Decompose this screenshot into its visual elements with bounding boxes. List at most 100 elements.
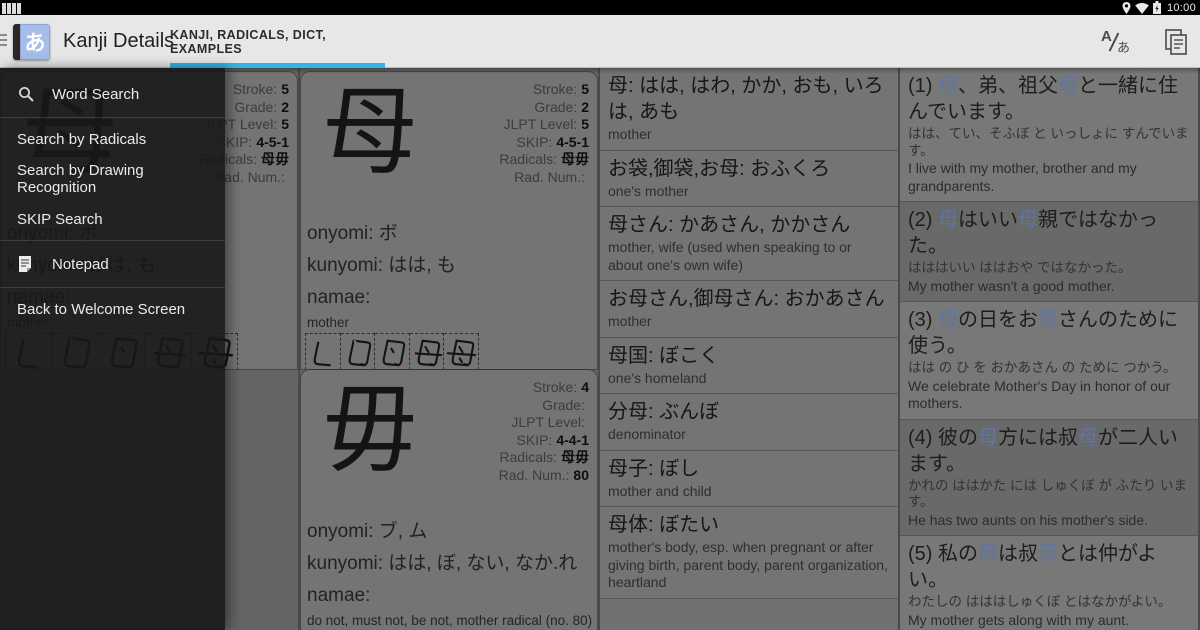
kanji-meaning: mother: [307, 315, 350, 330]
kanji-card-母[interactable]: 母Stroke:5Grade:2JLPT Level:5SKIP:4-5-1Ra…: [301, 72, 597, 369]
dict-entry[interactable]: 母国: ぼこく one's homeland: [600, 337, 898, 394]
info-value: 母毋: [561, 449, 589, 465]
info-label: JLPT Level:: [511, 414, 585, 430]
drawer-item-notepad[interactable]: Notepad: [0, 242, 225, 286]
example-number: (2): [908, 209, 938, 231]
example-row[interactable]: (1) 母、弟、祖父母と一緒に住んでいます。 はは、てい、そふぼ と いっしょに …: [900, 68, 1198, 202]
tab-kanji-radicals-dict-examples[interactable]: KANJI, RADICALS, DICT, EXAMPLES: [170, 15, 385, 68]
drawer-item-search-by-radicals[interactable]: Search by Radicals: [0, 119, 225, 159]
drawer-item-label: SKIP Search: [17, 210, 103, 228]
info-label: Rad. Num.:: [514, 168, 585, 185]
info-value: 5: [581, 116, 589, 132]
onyomi-line: onyomi: ボ: [307, 223, 398, 244]
kanji-info-row: Stroke: 4: [431, 379, 589, 397]
highlighted-kanji: 母: [1038, 309, 1058, 331]
sentence-text: 、弟、祖父: [958, 75, 1058, 97]
kanji-glyph: 母: [322, 76, 418, 188]
kanji-info-row: SKIP: 4-4-1: [431, 432, 589, 450]
example-japanese: (4) 彼の母方には叔母が二人います。: [908, 425, 1190, 477]
dict-entry[interactable]: 母さん: かあさん, かかさん mother, wife (used when s…: [600, 207, 898, 281]
example-number: (1): [908, 75, 938, 97]
app-icon[interactable]: あ: [13, 24, 50, 60]
example-number: (3): [908, 309, 938, 331]
example-row[interactable]: (4) 彼の母方には叔母が二人います。 かれの ははかた には しゅくぼ が ふた…: [900, 419, 1198, 536]
kanji-info-row: SKIP: 4-5-1: [431, 134, 589, 152]
kanji-info-row: JLPT Level:: [431, 414, 589, 432]
drawer-edge-icon[interactable]: [0, 34, 7, 46]
info-label: Stroke:: [232, 81, 278, 97]
status-bar: 10:00: [0, 0, 1200, 15]
namae-line: namae:: [307, 585, 371, 606]
copy-button[interactable]: [1164, 28, 1188, 56]
dict-entry[interactable]: お袋,御袋,お母: おふくろ one's mother: [600, 150, 898, 207]
battery-charging-icon: [1152, 1, 1161, 14]
dict-entry-japanese: 母さん: かあさん, かかさん: [608, 214, 851, 236]
highlighted-kanji: 母: [978, 543, 998, 565]
drawer-item-label: Search by Radicals: [17, 130, 147, 148]
onyomi-line: onyomi: ブ, ム: [307, 521, 428, 542]
kanji-info-row: Radicals: 母毋: [431, 449, 589, 467]
stroke-frame: [409, 333, 445, 369]
example-reading: わたしの はははしゅくぼ とはなかがよい。: [908, 594, 1172, 609]
drawer-item-back-to-welcome-screen[interactable]: Back to Welcome Screen: [0, 289, 225, 329]
content-area: 母Stroke:5Grade:2JLPT Level:5SKIP:4-5-1Ra…: [0, 68, 1200, 630]
drawer-divider: [0, 287, 225, 288]
wifi-icon: [1135, 2, 1149, 14]
dict-entry[interactable]: 分母: ぶんぼ denominator: [600, 394, 898, 451]
dict-entry-english: one's mother: [608, 182, 689, 199]
kana-glyph: あ: [1116, 39, 1130, 55]
dict-entry-english: one's homeland: [608, 369, 707, 386]
info-value: 母毋: [261, 151, 289, 167]
kanji-card-header: 母Stroke:5Grade:2JLPT Level:5SKIP:4-5-1Ra…: [301, 72, 597, 212]
dict-entry[interactable]: 母子: ぼし mother and child: [600, 450, 898, 507]
example-number: (4): [908, 426, 938, 449]
pane-examples: (1) 母、弟、祖父母と一緒に住んでいます。 はは、てい、そふぼ と いっしょに …: [900, 68, 1200, 630]
stroke-frame: [340, 333, 376, 369]
screen: 10:00 あ Kanji Details KANJI, RADICALS, D…: [0, 0, 1200, 630]
info-value: 80: [573, 466, 589, 483]
kanji-card-毋[interactable]: 毋 Stroke: 4 Grade: JLPT Level: SKIP: 4-4-1 Radi…: [301, 370, 597, 630]
drawer-item-label: Notepad: [52, 255, 109, 273]
sentence-text: はいい: [958, 209, 1018, 231]
drawer-item-word-search[interactable]: Word Search: [0, 72, 225, 116]
dict-entry-japanese: 母体: ぼたい: [608, 514, 720, 536]
dict-entry-english: mother's body, esp. when pregnant or aft…: [608, 539, 888, 590]
dict-entry[interactable]: お母さん,御母さん: おかあさん mother: [600, 281, 898, 338]
kanji-info-row: JLPT Level: 5: [431, 116, 589, 134]
dict-entry-japanese: お袋,御袋,お母: おふくろ: [608, 157, 831, 180]
dict-entry-japanese: 母子: ぼし: [608, 457, 700, 480]
drawer-item-search-by-drawing-recognition[interactable]: Search by Drawing Recognition: [0, 159, 225, 199]
drawer-item-skip-search[interactable]: SKIP Search: [0, 199, 225, 239]
kanji-meaning: do not, must not, be not, mother radical…: [307, 613, 593, 628]
info-value: 4-4-1: [556, 431, 589, 448]
pane-dict: 母: はは, はわ, かか, おも, いろは, あも mother お袋,御袋,お母…: [600, 68, 900, 630]
highlighted-kanji: 母: [1078, 426, 1098, 449]
kanji-info-row: Grade: 2: [431, 99, 589, 117]
highlighted-kanji: 母: [1018, 209, 1038, 231]
drawer-item-label: Search by Drawing Recognition: [17, 162, 144, 196]
info-value: 2: [281, 98, 289, 115]
stroke-order-image: ©KanjiCafe.com: [305, 333, 479, 369]
dict-entry-english: mother, wife (used when speaking to or a…: [608, 239, 852, 273]
example-row[interactable]: (5) 私の母は叔母とは仲がよい。 わたしの はははしゅくぼ とはなかがよい。 My…: [900, 536, 1198, 630]
example-row[interactable]: (2) 母はいい母親ではなかった。 はははいい ははおや ではなかった。 My mo…: [900, 202, 1198, 302]
example-reading: はは の ひ を おかあさん の ために つかう。: [908, 360, 1177, 375]
app-icon-glyph: あ: [20, 24, 50, 60]
notepad-icon: [18, 256, 34, 272]
info-label: Radicals:: [499, 151, 557, 167]
example-row[interactable]: (3) 母の日をお母さんのために使う。 はは の ひ を おかあさん の ために …: [900, 302, 1198, 420]
example-number: (5): [908, 543, 938, 565]
kanji-glyph: 毋: [322, 374, 418, 486]
dict-entry[interactable]: 母体: ぼたい mother's body, esp. when pregnant…: [600, 507, 898, 599]
stroke-frame: [444, 333, 479, 369]
info-label: Grade:: [534, 98, 578, 115]
clock: 10:00: [1166, 1, 1196, 14]
drawer-item-label: Word Search: [52, 85, 140, 103]
romaji-kana-toggle-button[interactable]: A あ: [1100, 28, 1130, 56]
highlighted-kanji: 母: [938, 309, 958, 331]
dict-entry-japanese: お母さん,御母さん: おかあさん: [608, 288, 885, 310]
highlighted-kanji: 母: [978, 426, 998, 449]
kanji-info: Stroke: 5 Grade: 2 JLPT Level: 5 SKIP: 4-5-1 Rad…: [431, 77, 589, 212]
info-label: SKIP:: [516, 431, 553, 448]
dict-entry[interactable]: 母: はは, はわ, かか, おも, いろは, あも mother: [600, 68, 898, 151]
